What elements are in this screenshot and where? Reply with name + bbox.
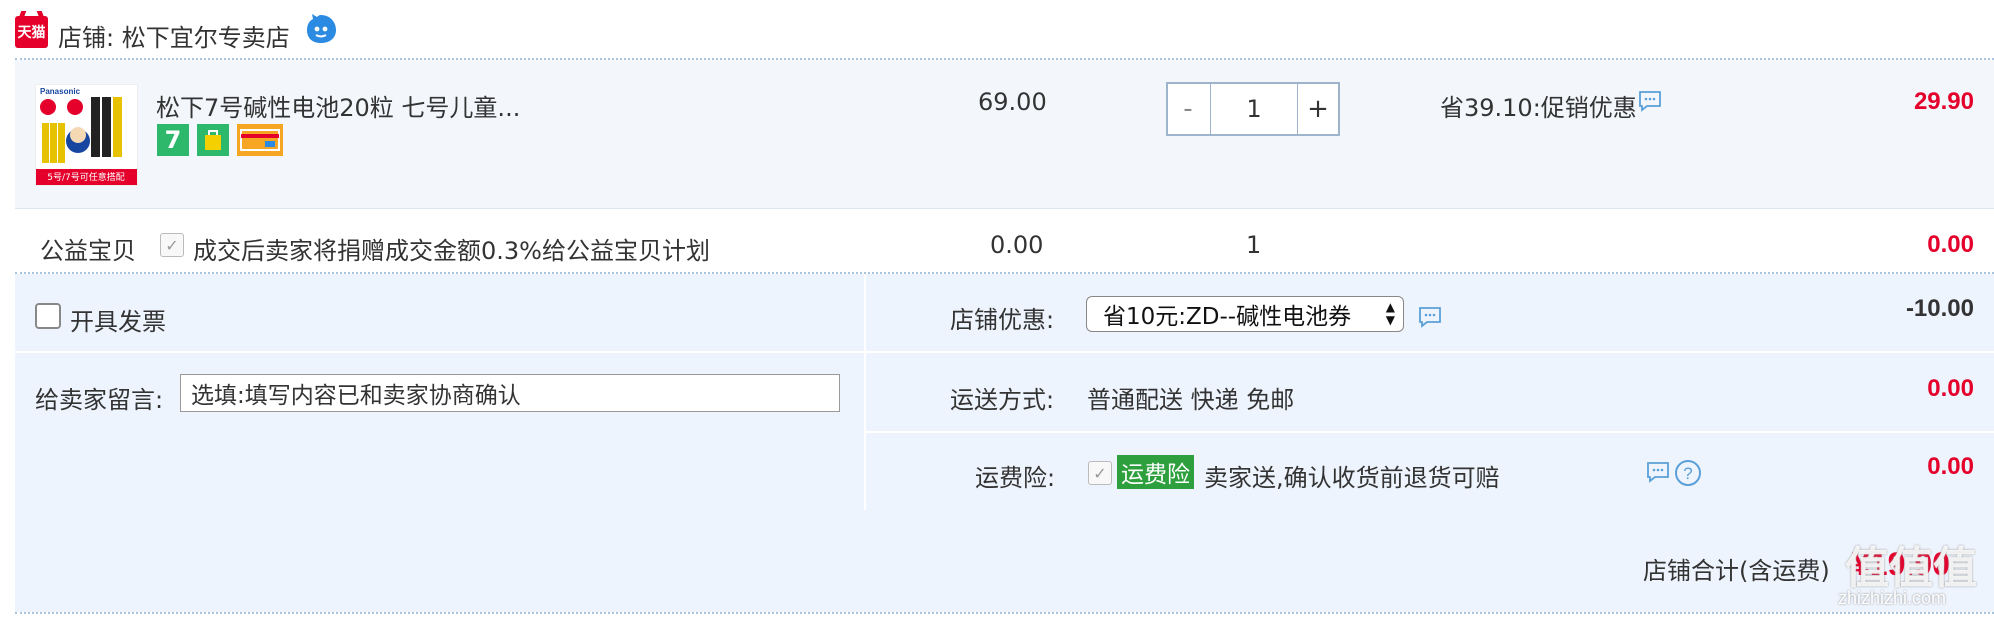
total-label: 店铺合计(含运费) (1643, 557, 1830, 585)
watermark-logo: 值值值 (1845, 543, 1977, 594)
wangwang-chat-icon[interactable] (304, 12, 338, 46)
charity-description: 成交后卖家将捐赠成交金额0.3%给公益宝贝计划 (193, 237, 710, 265)
item-subtotal: 29.90 (1913, 88, 1974, 115)
qty-input[interactable]: 1 (1210, 84, 1298, 134)
svg-text:Panasonic: Panasonic (40, 87, 81, 96)
divider (866, 431, 1994, 433)
svg-text:?: ? (1683, 464, 1692, 483)
message-label: 给卖家留言: (35, 386, 164, 414)
insurance-amount: 0.00 (1927, 453, 1974, 480)
divider (15, 208, 1994, 209)
service-bag-icon (197, 124, 229, 156)
shop-discount-selected: 省10元:ZD--碱性电池券 (1103, 304, 1352, 330)
shop-name[interactable]: 店铺: 松下宜尔专卖店 (58, 18, 290, 53)
product-image[interactable]: Panasonic 5号/7号可任意搭配 (35, 84, 138, 186)
credit-card-icon (237, 124, 283, 156)
insurance-checkbox: ✓ (1088, 461, 1112, 485)
charity-label: 公益宝贝 (40, 237, 136, 265)
divider (864, 274, 866, 510)
charity-quantity: 1 (1246, 231, 1262, 259)
divider (15, 351, 1994, 353)
watermark-url: zhizhizhi.com (1838, 588, 1947, 608)
qty-increase-button[interactable]: + (1298, 84, 1338, 134)
insurance-badge: 运费险 (1117, 455, 1194, 489)
charity-price: 0.00 (990, 231, 1044, 259)
shop-discount-label: 店铺优惠: (950, 306, 1055, 334)
charity-checkbox: ✓ (160, 233, 184, 257)
comment-icon[interactable] (1646, 461, 1670, 487)
select-arrows-icon: ▲ ▼ (1385, 300, 1395, 327)
shop-discount-amount: -10.00 (1905, 295, 1974, 322)
invoice-label[interactable]: 开具发票 (70, 302, 166, 337)
message-input[interactable]: 选填:填写内容已和卖家协商确认 (180, 374, 840, 412)
item-row (15, 60, 1994, 208)
divider (15, 612, 1994, 614)
comment-icon[interactable] (1638, 90, 1662, 116)
comment-icon[interactable] (1418, 306, 1442, 332)
charity-subtotal: 0.00 (1927, 231, 1974, 258)
qty-decrease-button[interactable]: - (1168, 84, 1208, 134)
shipping-amount: 0.00 (1927, 375, 1974, 402)
promo-label: 省39.10:促销优惠 (1440, 94, 1637, 122)
insurance-label: 运费险: (975, 464, 1056, 492)
quantity-stepper[interactable]: - 1 + (1166, 82, 1340, 136)
shop-discount-select[interactable]: 省10元:ZD--碱性电池券 ▲ ▼ (1086, 296, 1404, 332)
insurance-description: 卖家送,确认收货前退货可赔 (1204, 464, 1500, 492)
invoice-checkbox[interactable] (35, 303, 61, 329)
tmall-logo: 天猫 (15, 16, 48, 48)
unit-price: 69.00 (978, 88, 1047, 116)
shipping-method: 普通配送 快递 免邮 (1087, 386, 1295, 414)
seven-day-return-icon: 7 (157, 124, 189, 156)
help-icon[interactable]: ? (1674, 459, 1702, 491)
svg-text:5号/7号可任意搭配: 5号/7号可任意搭配 (47, 171, 125, 183)
item-title[interactable]: 松下7号碱性电池20粒 七号儿童... (156, 88, 520, 123)
shipping-label: 运送方式: (950, 386, 1055, 414)
